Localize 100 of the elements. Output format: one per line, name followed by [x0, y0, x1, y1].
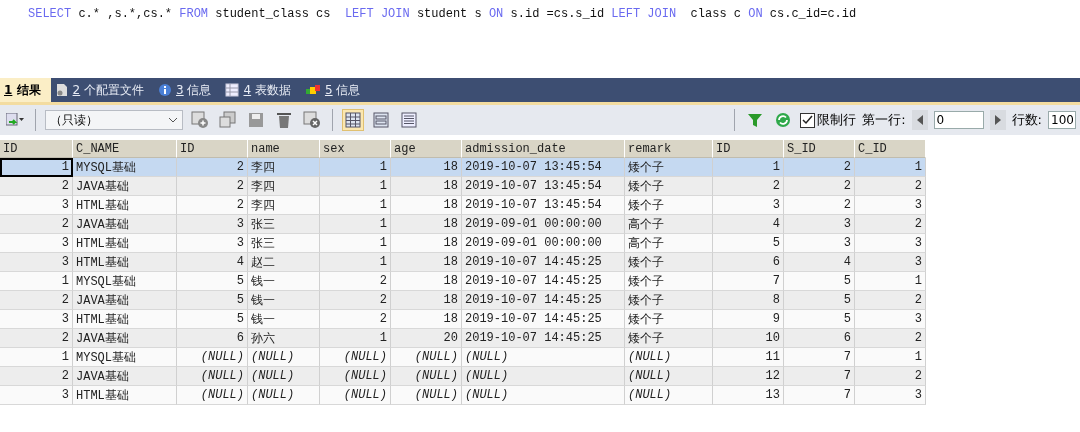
result-tab[interactable]: 3 信息: [154, 78, 222, 102]
mode-dropdown[interactable]: （只读）: [45, 110, 183, 130]
text-view-icon: [401, 112, 417, 128]
table-cell: 矮个子: [625, 253, 713, 272]
table-cell: 高个子: [625, 215, 713, 234]
table-cell: (NULL): [320, 386, 391, 405]
table-cell: 3: [713, 196, 784, 215]
table-cell: 6: [713, 253, 784, 272]
column-header[interactable]: remark: [625, 140, 713, 158]
table-cell: 李四: [248, 196, 320, 215]
table-cell: 4: [784, 253, 855, 272]
table-cell: 18: [391, 234, 462, 253]
table-cell: 3: [177, 215, 248, 234]
table-cell: 2019-10-07 13:45:54: [462, 196, 625, 215]
table-cell: 2: [320, 291, 391, 310]
table-cell: 钱一: [248, 272, 320, 291]
duplicate-row-button[interactable]: [217, 109, 239, 131]
table-cell: 2: [855, 215, 926, 234]
view-button[interactable]: [370, 109, 392, 131]
column-header[interactable]: admission_date: [462, 140, 625, 158]
table-cell: 8: [713, 291, 784, 310]
result-tab[interactable]: 2 个配置文件: [50, 78, 154, 102]
table-cell: MYSQL基础: [73, 348, 177, 367]
result-tab[interactable]: 4 表数据: [221, 78, 301, 102]
first-row-label: 第一行:: [862, 111, 906, 129]
table-cell: 11: [713, 348, 784, 367]
table-cell: 2: [177, 196, 248, 215]
next-button[interactable]: [989, 110, 1006, 130]
table-cell: 3: [0, 234, 73, 253]
limit-rows-checkbox[interactable]: 限制行: [800, 111, 857, 129]
table-cell: 2: [0, 215, 73, 234]
table-cell: 3: [784, 234, 855, 253]
table-cell: 钱一: [248, 310, 320, 329]
table-cell: 7: [784, 386, 855, 405]
table-cell: 李四: [248, 177, 320, 196]
table-cell: 2: [0, 367, 73, 386]
sql-query: SELECT c.* ,s.*,cs.* FROM student_class cs LEFT JOIN student s ON s.id =cs.s_id LEFT JOIN class c ON cs.c_id=c.id: [28, 7, 858, 21]
table-cell: 9: [713, 310, 784, 329]
column-header[interactable]: age: [391, 140, 462, 158]
column-header[interactable]: ID: [713, 140, 784, 158]
row-count-field[interactable]: 100: [1048, 111, 1076, 129]
column-header[interactable]: ID: [0, 140, 73, 158]
table-cell: 4: [713, 215, 784, 234]
table-cell: 1: [0, 348, 73, 367]
table-cell: 1: [855, 348, 926, 367]
add-row-button[interactable]: [189, 109, 211, 131]
table-cell: HTML基础: [73, 253, 177, 272]
table-cell: 2: [177, 177, 248, 196]
table-cell: 18: [391, 177, 462, 196]
table-cell: 5: [177, 291, 248, 310]
table-cell: 2019-10-07 13:45:54: [462, 158, 625, 177]
table-cell: 1: [320, 196, 391, 215]
view-button[interactable]: [342, 109, 364, 131]
table-cell: (NULL): [391, 348, 462, 367]
table-cell: 18: [391, 158, 462, 177]
column-header[interactable]: C_NAME: [73, 140, 177, 158]
table-cell: 2019-10-07 14:45:25: [462, 310, 625, 329]
table-cell: (NULL): [462, 348, 625, 367]
table-cell: JAVA基础: [73, 215, 177, 234]
table-cell: 3: [0, 386, 73, 405]
view-button[interactable]: [398, 109, 420, 131]
table-cell: 高个子: [625, 234, 713, 253]
column-header[interactable]: name: [248, 140, 320, 158]
table-cell: 1: [713, 158, 784, 177]
column-header[interactable]: S_ID: [784, 140, 855, 158]
table-cell: 13: [713, 386, 784, 405]
table-cell: 2: [784, 196, 855, 215]
result-tab[interactable]: 1 结果: [0, 78, 51, 102]
table-cell: MYSQL基础: [73, 272, 177, 291]
table-cell: 2: [855, 329, 926, 348]
table-cell: (NULL): [625, 386, 713, 405]
table-cell: 3: [855, 310, 926, 329]
table-cell: 5: [177, 272, 248, 291]
table-cell: 2: [784, 177, 855, 196]
column-header[interactable]: sex: [320, 140, 391, 158]
table-cell: 钱一: [248, 291, 320, 310]
column-header[interactable]: C_ID: [855, 140, 926, 158]
table-cell: 2019-09-01 00:00:00: [462, 234, 625, 253]
table-cell: 18: [391, 253, 462, 272]
table-cell: 矮个子: [625, 177, 713, 196]
table-cell: 孙六: [248, 329, 320, 348]
table-cell: 7: [713, 272, 784, 291]
table-icon: [225, 83, 240, 97]
cancel-button[interactable]: [301, 109, 323, 131]
column-header[interactable]: ID: [177, 140, 248, 158]
table-cell: 矮个子: [625, 196, 713, 215]
result-tab[interactable]: 5 信息: [300, 78, 371, 102]
table-cell: 7: [784, 348, 855, 367]
first-row-field[interactable]: 0: [933, 111, 984, 129]
table-cell: HTML基础: [73, 196, 177, 215]
table-cell: (NULL): [391, 386, 462, 405]
table-cell: 3: [0, 196, 73, 215]
table-cell: (NULL): [462, 386, 625, 405]
table-cell: 1: [320, 215, 391, 234]
table-cell: 矮个子: [625, 310, 713, 329]
table-cell: (NULL): [625, 367, 713, 386]
form-view-icon: [373, 112, 389, 128]
previous-button[interactable]: [911, 110, 928, 130]
table-cell: HTML基础: [73, 234, 177, 253]
table-cell: 2: [177, 158, 248, 177]
